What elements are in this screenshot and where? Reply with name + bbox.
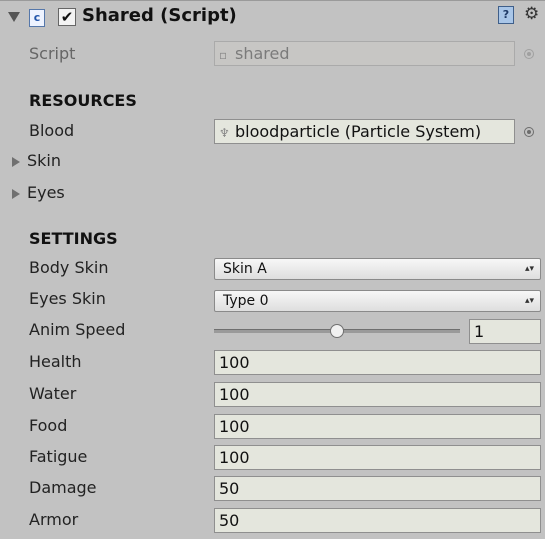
skin-foldout-row[interactable]: Skin: [0, 149, 545, 179]
water-row: Water 100: [0, 381, 545, 411]
damage-label: Damage: [29, 478, 97, 497]
component-header: c ✔ Shared (Script) ? ⚙: [0, 1, 545, 37]
script-row: Script ▫ shared: [0, 39, 545, 69]
dropdown-arrows-icon: ▴▾: [524, 264, 534, 274]
water-label: Water: [29, 384, 77, 403]
resources-header-row: RESOURCES: [0, 89, 545, 117]
armor-label: Armor: [29, 510, 79, 529]
inspector-panel: c ✔ Shared (Script) ? ⚙ Script ▫ shared R…: [0, 0, 545, 539]
damage-field[interactable]: 50: [214, 476, 541, 501]
armor-row: Armor 50: [0, 507, 545, 537]
script-file-icon: ▫: [219, 48, 228, 62]
body-skin-dropdown[interactable]: Skin A ▴▾: [214, 258, 541, 280]
fatigue-row: Fatigue 100: [0, 444, 545, 474]
anim-speed-row: Anim Speed 1: [0, 317, 545, 347]
script-icon: c: [29, 9, 45, 27]
health-field[interactable]: 100: [214, 350, 541, 375]
blood-field[interactable]: ♆ bloodparticle (Particle System): [214, 119, 515, 144]
anim-speed-label: Anim Speed: [29, 320, 126, 339]
component-title: Shared (Script): [82, 5, 237, 26]
fatigue-label: Fatigue: [29, 447, 88, 466]
settings-header-row: SETTINGS: [0, 227, 545, 255]
script-label: Script: [29, 44, 76, 63]
gear-icon[interactable]: ⚙: [524, 4, 539, 24]
eyes-foldout-row[interactable]: Eyes: [0, 181, 545, 211]
object-picker-icon: [524, 49, 534, 59]
eyes-foldout-label[interactable]: Eyes: [27, 183, 65, 202]
eyes-skin-row: Eyes Skin Type 0 ▴▾: [0, 287, 545, 317]
help-icon[interactable]: ?: [498, 6, 514, 24]
triangle-right-icon[interactable]: [12, 157, 20, 167]
blood-row: Blood ♆ bloodparticle (Particle System): [0, 117, 545, 147]
blood-label: Blood: [29, 121, 75, 140]
damage-row: Damage 50: [0, 475, 545, 505]
enable-checkbox[interactable]: ✔: [58, 8, 76, 26]
skin-foldout-label[interactable]: Skin: [27, 151, 61, 170]
health-row: Health 100: [0, 349, 545, 379]
blood-field-value: bloodparticle (Particle System): [235, 122, 482, 141]
settings-title: SETTINGS: [29, 229, 118, 248]
resources-title: RESOURCES: [29, 91, 137, 110]
fatigue-field[interactable]: 100: [214, 445, 541, 470]
triangle-down-icon[interactable]: [8, 12, 20, 22]
anim-speed-field[interactable]: 1: [469, 319, 541, 344]
dropdown-arrows-icon: ▴▾: [524, 296, 534, 306]
body-skin-row: Body Skin Skin A ▴▾: [0, 255, 545, 285]
food-field[interactable]: 100: [214, 414, 541, 439]
food-row: Food 100: [0, 413, 545, 443]
eyes-skin-dropdown-value: Type 0: [223, 293, 269, 309]
health-label: Health: [29, 352, 82, 371]
triangle-right-icon[interactable]: [12, 189, 20, 199]
food-label: Food: [29, 416, 68, 435]
armor-field[interactable]: 50: [214, 508, 541, 533]
water-field[interactable]: 100: [214, 382, 541, 407]
object-picker-icon[interactable]: [524, 127, 534, 137]
script-field-value: shared: [235, 44, 290, 63]
body-skin-dropdown-value: Skin A: [223, 261, 267, 277]
particle-system-icon: ♆: [219, 126, 230, 140]
script-field: ▫ shared: [214, 41, 515, 66]
eyes-skin-dropdown[interactable]: Type 0 ▴▾: [214, 290, 541, 312]
anim-speed-slider-thumb[interactable]: [330, 324, 344, 338]
body-skin-label: Body Skin: [29, 258, 109, 277]
eyes-skin-label: Eyes Skin: [29, 289, 106, 308]
